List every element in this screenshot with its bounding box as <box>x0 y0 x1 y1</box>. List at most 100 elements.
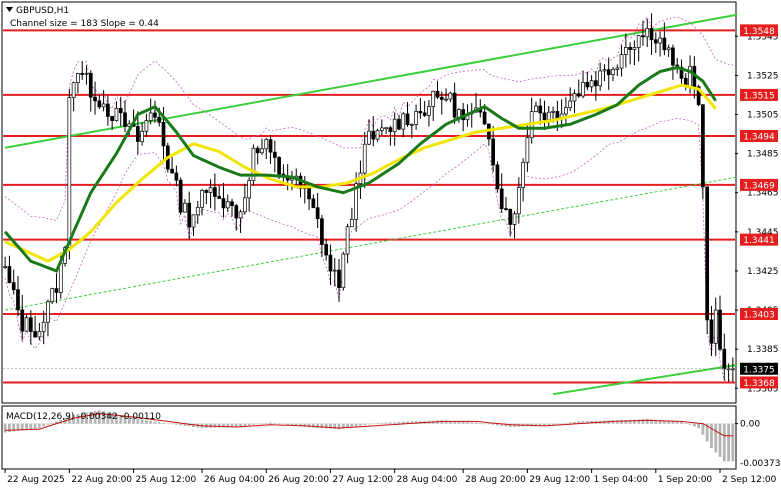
candle-body <box>722 348 727 370</box>
time-tick-label: 1 Sep 20:00 <box>658 475 713 485</box>
candle-body <box>24 317 29 332</box>
candle-body <box>521 162 525 188</box>
macd-histogram-bar <box>37 423 41 429</box>
candle-body <box>264 139 269 150</box>
candle-body <box>397 118 401 130</box>
macd-histogram-bar <box>286 423 290 425</box>
price-chart: 1.35451.35251.35051.34851.34651.34451.34… <box>0 0 781 489</box>
macd-histogram-bar <box>3 423 7 433</box>
candle-body <box>46 301 50 323</box>
level-price-text: 1.3441 <box>743 236 775 246</box>
macd-histogram-bar <box>281 423 285 425</box>
time-tick-label: 25 Aug 12:00 <box>136 475 197 485</box>
macd-histogram-bar <box>461 421 465 424</box>
candle-body <box>54 288 59 293</box>
macd-histogram-bar <box>384 422 388 424</box>
time-tick-label: 1 Sep 04:00 <box>594 475 649 485</box>
candle-body <box>388 127 393 132</box>
candle-body <box>705 186 710 321</box>
candle-body <box>623 47 628 55</box>
candle-body <box>379 127 384 131</box>
candle-body <box>170 168 174 174</box>
macd-histogram-bar <box>46 423 50 425</box>
candle-body <box>28 317 33 332</box>
macd-histogram-bar <box>380 423 384 424</box>
macd-histogram-bar <box>359 423 362 426</box>
candle-body <box>499 188 504 209</box>
level-price-text: 1.3515 <box>743 91 775 101</box>
candle-body <box>84 72 89 75</box>
macd-histogram-bar <box>264 423 268 424</box>
time-tick-label: 22 Aug 2025 <box>7 475 65 485</box>
candle-body <box>213 187 217 197</box>
candle-body <box>187 202 192 228</box>
macd-histogram-bar <box>277 423 281 425</box>
candle-body <box>576 93 581 97</box>
candle-body <box>581 82 585 97</box>
macd-histogram-bar <box>239 423 242 427</box>
candle-body <box>542 112 547 121</box>
candle-body <box>649 28 654 41</box>
candle-body <box>37 331 42 338</box>
candle-body <box>234 205 239 219</box>
macd-histogram-bar <box>162 422 165 424</box>
candle-body <box>611 69 615 75</box>
candle-body <box>238 211 243 219</box>
candle-body <box>118 107 123 114</box>
macd-histogram-bar <box>174 423 178 425</box>
candle-body <box>350 219 354 228</box>
macd-histogram-bar <box>466 421 469 424</box>
macd-histogram-bar <box>478 423 482 424</box>
macd-histogram-bar <box>555 423 559 425</box>
macd-histogram-bar <box>170 423 174 425</box>
candle-body <box>140 130 144 142</box>
candle-body <box>555 110 560 119</box>
candle-body <box>572 93 577 102</box>
macd-histogram-bar <box>367 423 371 425</box>
candle-body <box>195 206 200 216</box>
macd-histogram-bar <box>217 423 221 428</box>
macd-histogram-bar <box>731 423 735 462</box>
candle-body <box>435 90 440 98</box>
candle-body <box>277 157 281 175</box>
macd-histogram-bar <box>260 423 264 425</box>
macd-zero-label: 0.00 <box>740 420 760 430</box>
macd-histogram-bar <box>307 423 311 428</box>
candle-body <box>431 90 436 107</box>
candle-body <box>718 309 722 350</box>
candle-body <box>401 113 406 130</box>
macd-histogram-bar <box>397 421 401 424</box>
candle-body <box>409 124 414 126</box>
candle-body <box>384 127 388 130</box>
candle-body <box>341 253 346 289</box>
macd-histogram-bar <box>273 423 277 424</box>
candle-body <box>144 120 149 132</box>
candle-body <box>183 202 187 213</box>
candle-body <box>225 201 230 209</box>
macd-histogram-bar <box>611 420 615 424</box>
candle-body <box>41 321 46 332</box>
candle-body <box>701 104 705 188</box>
macd-histogram-bar <box>624 419 628 424</box>
level-price-text: 1.3469 <box>743 181 775 191</box>
macd-histogram-bar <box>564 423 568 424</box>
candle-body <box>114 107 119 121</box>
symbol-label: GBPUSD,H1 <box>16 6 69 16</box>
candle-body <box>418 111 423 114</box>
candle-body <box>93 96 97 102</box>
macd-histogram-bar <box>470 422 474 424</box>
macd-histogram-bar <box>487 423 491 425</box>
price-tick-label: 1.3485 <box>747 150 779 160</box>
candle-body <box>337 269 341 289</box>
candle-body <box>208 187 213 193</box>
candle-body <box>58 262 63 293</box>
time-tick-label: 28 Aug 20:00 <box>465 475 526 485</box>
time-tick-label: 26 Aug 20:00 <box>268 475 329 485</box>
candle-body <box>345 226 350 255</box>
candle-body <box>482 111 487 125</box>
macd-histogram-bar <box>42 423 46 427</box>
level-price-text: 1.3548 <box>743 27 775 37</box>
candle-body <box>106 103 110 117</box>
candle-body <box>662 37 667 51</box>
candle-body <box>564 107 568 115</box>
